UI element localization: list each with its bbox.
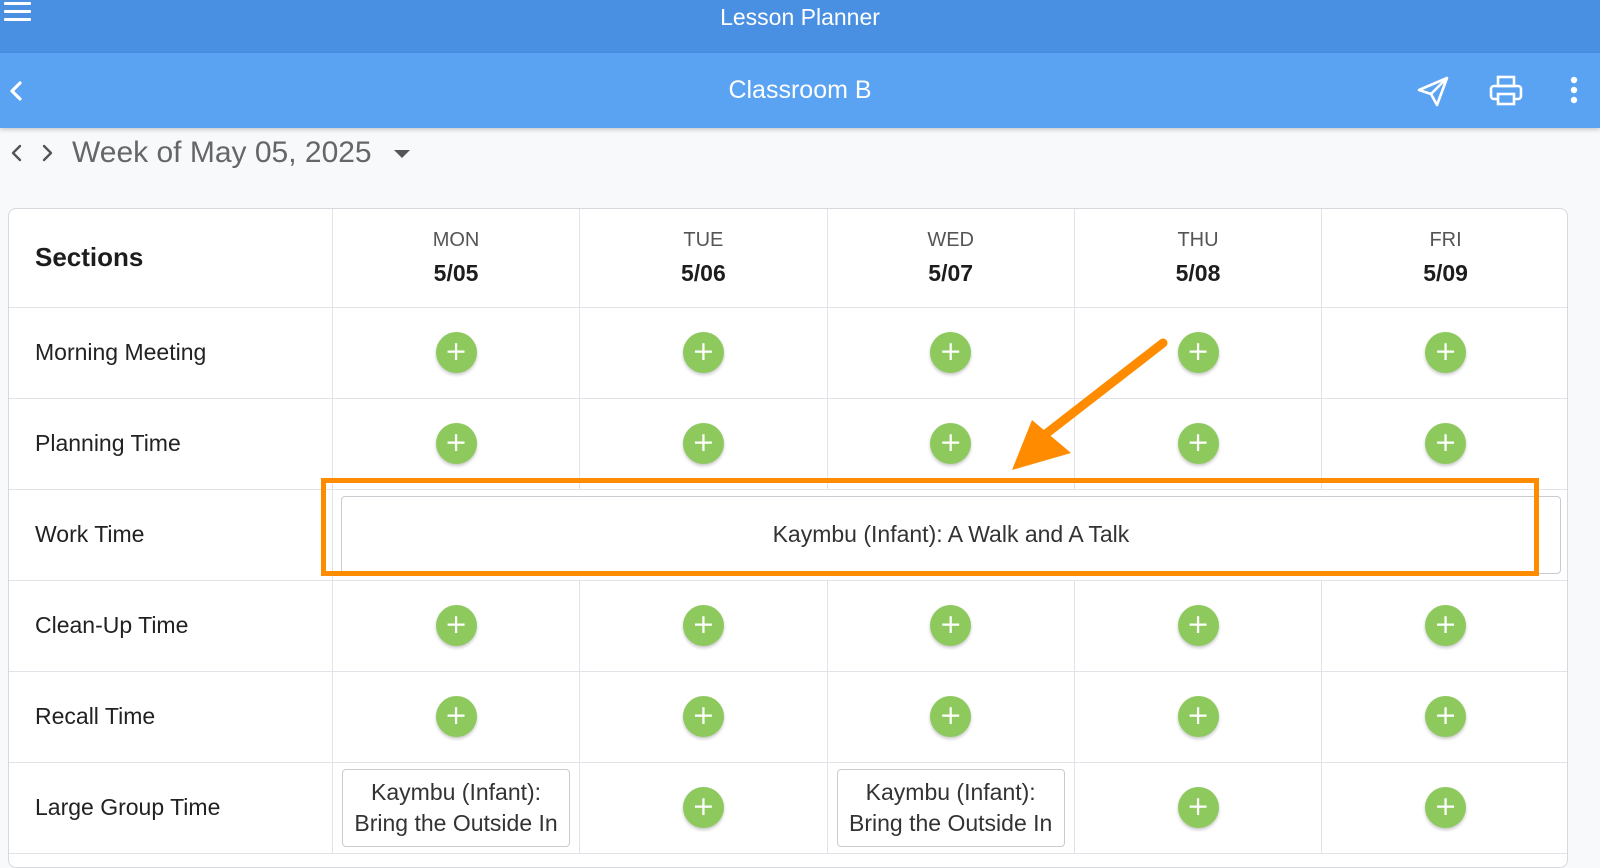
add-activity-button[interactable]: + bbox=[435, 696, 477, 737]
add-activity-button[interactable]: + bbox=[930, 332, 972, 373]
caret-down-icon[interactable] bbox=[392, 147, 412, 161]
day-name: MON bbox=[432, 228, 480, 251]
classroom-title: Classroom B bbox=[728, 76, 872, 104]
lesson-plan-table: Sections MON 5/05 TUE 5/06 WED 5/07 THU 5/08… bbox=[8, 208, 1568, 868]
section-label: Recall Time bbox=[9, 671, 333, 763]
section-label: Morning Meeting bbox=[9, 307, 333, 399]
plan-cell: + bbox=[1074, 762, 1323, 854]
print-icon bbox=[1489, 75, 1523, 106]
section-label: Work Time bbox=[9, 489, 333, 581]
plan-cell: Kaymbu (Infant): Bring the Outside In bbox=[827, 762, 1075, 854]
add-activity-button[interactable]: + bbox=[1425, 332, 1467, 373]
table-row-recall-time: Recall Time + + + + + bbox=[9, 671, 1567, 763]
day-date: 5/08 bbox=[1175, 259, 1221, 286]
send-button[interactable] bbox=[1415, 73, 1455, 109]
plan-cell: + bbox=[1321, 307, 1567, 399]
plan-cell: + bbox=[1074, 671, 1323, 763]
send-icon bbox=[1417, 76, 1449, 107]
add-activity-button[interactable]: + bbox=[435, 423, 477, 464]
table-row-morning-meeting: Morning Meeting + + + + + bbox=[9, 307, 1567, 399]
plan-cell: + bbox=[1321, 762, 1567, 854]
next-week-button[interactable] bbox=[36, 140, 58, 166]
day-header-thu: THU 5/08 bbox=[1074, 209, 1323, 308]
table-row-clean-up-time: Clean-Up Time + + + + + bbox=[9, 580, 1567, 672]
week-label[interactable]: Week of May 05, 2025 bbox=[72, 136, 372, 170]
previous-week-button[interactable] bbox=[6, 140, 28, 166]
add-activity-button[interactable]: + bbox=[930, 423, 972, 464]
day-name: TUE bbox=[683, 228, 724, 251]
add-activity-button[interactable]: + bbox=[930, 696, 972, 737]
day-date: 5/07 bbox=[928, 259, 974, 286]
plan-cell: + bbox=[579, 762, 828, 854]
activity-card[interactable]: Kaymbu (Infant): Bring the Outside In bbox=[341, 768, 571, 847]
week-activity-card[interactable]: Kaymbu (Infant): A Walk and A Talk bbox=[340, 495, 1561, 574]
add-activity-button[interactable]: + bbox=[1425, 605, 1467, 646]
section-label: Clean-Up Time bbox=[9, 580, 333, 672]
add-activity-button[interactable]: + bbox=[1177, 332, 1219, 373]
week-selector: Week of May 05, 2025 bbox=[0, 128, 1600, 178]
plan-cell: + bbox=[827, 307, 1075, 399]
table-header-row: Sections MON 5/05 TUE 5/06 WED 5/07 THU 5/08… bbox=[9, 209, 1567, 308]
plan-cell: + bbox=[827, 580, 1075, 672]
add-activity-button[interactable]: + bbox=[682, 787, 724, 828]
add-activity-button[interactable]: + bbox=[682, 605, 724, 646]
add-activity-button[interactable]: + bbox=[1425, 787, 1467, 828]
plan-cell: + bbox=[332, 398, 581, 490]
day-name: THU bbox=[1177, 228, 1219, 251]
add-activity-button[interactable]: + bbox=[1425, 423, 1467, 464]
plan-cell: + bbox=[332, 307, 581, 399]
classroom-bar: Classroom B bbox=[0, 53, 1600, 128]
add-activity-button[interactable]: + bbox=[435, 332, 477, 373]
more-options-button[interactable] bbox=[1564, 73, 1584, 109]
plan-cell-week: Kaymbu (Infant): A Walk and A Talk bbox=[332, 489, 1567, 581]
add-activity-button[interactable]: + bbox=[682, 423, 724, 464]
plan-cell: + bbox=[827, 398, 1075, 490]
plan-cell: Kaymbu (Infant): Bring the Outside In bbox=[332, 762, 581, 854]
day-header-mon: MON 5/05 bbox=[332, 209, 581, 308]
add-activity-button[interactable]: + bbox=[1177, 423, 1219, 464]
day-name: FRI bbox=[1429, 228, 1462, 251]
day-date: 5/05 bbox=[433, 259, 479, 286]
chevron-left-icon bbox=[11, 144, 22, 162]
plan-cell: + bbox=[579, 671, 828, 763]
day-header-tue: TUE 5/06 bbox=[579, 209, 828, 308]
plan-cell: + bbox=[1321, 671, 1567, 763]
section-label: Large Group Time bbox=[9, 762, 333, 854]
plan-cell: + bbox=[1321, 580, 1567, 672]
plan-cell: + bbox=[1321, 398, 1567, 490]
day-date: 5/06 bbox=[680, 259, 726, 286]
day-header-fri: FRI 5/09 bbox=[1321, 209, 1567, 308]
day-date: 5/09 bbox=[1423, 259, 1468, 286]
section-label: Planning Time bbox=[9, 398, 333, 490]
add-activity-button[interactable]: + bbox=[1177, 696, 1219, 737]
plan-cell: + bbox=[579, 580, 828, 672]
table-row-planning-time: Planning Time + + + + + bbox=[9, 398, 1567, 490]
table-row-large-group-time: Large Group Time Kaymbu (Infant): Bring … bbox=[9, 762, 1567, 854]
add-activity-button[interactable]: + bbox=[930, 605, 972, 646]
app-title: Lesson Planner bbox=[720, 4, 880, 30]
chevron-right-icon bbox=[42, 144, 53, 162]
add-activity-button[interactable]: + bbox=[1177, 787, 1219, 828]
plan-cell: + bbox=[1074, 307, 1323, 399]
plan-cell: + bbox=[579, 398, 828, 490]
activity-card[interactable]: Kaymbu (Infant): Bring the Outside In bbox=[836, 768, 1065, 847]
plan-cell: + bbox=[1074, 580, 1323, 672]
add-activity-button[interactable]: + bbox=[1425, 696, 1467, 737]
plan-cell: + bbox=[579, 307, 828, 399]
day-name: WED bbox=[927, 228, 975, 251]
add-activity-button[interactable]: + bbox=[682, 696, 724, 737]
print-button[interactable] bbox=[1488, 73, 1528, 109]
sections-header: Sections bbox=[9, 209, 333, 308]
day-header-wed: WED 5/07 bbox=[827, 209, 1075, 308]
add-activity-button[interactable]: + bbox=[1177, 605, 1219, 646]
app-bar: Lesson Planner bbox=[0, 0, 1600, 53]
plan-cell: + bbox=[1074, 398, 1323, 490]
plan-cell: + bbox=[332, 580, 581, 672]
more-vertical-icon bbox=[1570, 76, 1578, 104]
table-row-work-time: Work Time Kaymbu (Infant): A Walk and A … bbox=[9, 489, 1567, 581]
plan-cell: + bbox=[827, 671, 1075, 763]
plan-cell: + bbox=[332, 671, 581, 763]
add-activity-button[interactable]: + bbox=[682, 332, 724, 373]
add-activity-button[interactable]: + bbox=[435, 605, 477, 646]
